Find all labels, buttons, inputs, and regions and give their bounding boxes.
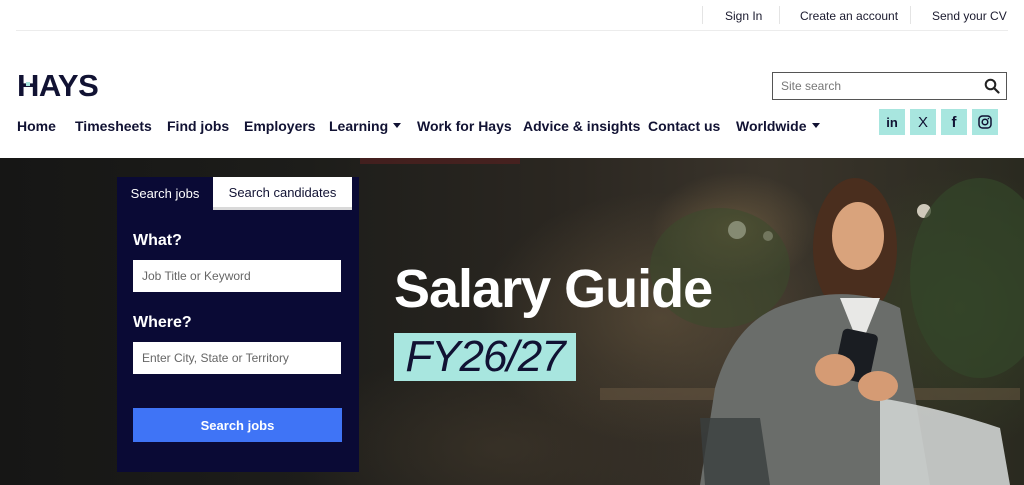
tab-search-candidates[interactable]: Search candidates: [213, 177, 352, 210]
divider: [702, 6, 703, 24]
nav-label: Contact us: [648, 118, 721, 134]
tab-search-jobs[interactable]: Search jobs: [117, 177, 213, 210]
utility-bar: Sign In Create an account Send your CV: [0, 0, 1024, 31]
send-cv-link[interactable]: Send your CV: [932, 9, 1007, 23]
nav-worldwide[interactable]: Worldwide: [736, 118, 820, 134]
chevron-down-icon: [811, 122, 820, 128]
instagram-icon: [978, 115, 992, 129]
instagram-button[interactable]: [972, 109, 998, 135]
sign-in-link[interactable]: Sign In: [725, 9, 762, 23]
search-icon[interactable]: [984, 78, 1000, 94]
nav-label: Advice & insights: [523, 118, 641, 134]
nav-advice-insights[interactable]: Advice & insights: [523, 118, 640, 134]
nav-timesheets[interactable]: Timesheets: [75, 118, 152, 134]
nav-label: Home: [17, 118, 56, 134]
divider: [779, 6, 780, 24]
nav-label: Employers: [244, 118, 316, 134]
nav-home[interactable]: Home: [17, 118, 56, 134]
hero-badge: FY26/27: [394, 332, 576, 381]
facebook-button[interactable]: f: [941, 109, 967, 135]
create-account-link[interactable]: Create an account: [800, 9, 898, 23]
nav-contact-us[interactable]: Contact us: [648, 118, 720, 134]
location-input[interactable]: [133, 342, 341, 374]
nav-label: Find jobs: [167, 118, 230, 134]
nav-label: Timesheets: [75, 118, 152, 134]
site-search: [772, 72, 1007, 100]
utility-divider-line: [16, 30, 1008, 31]
divider: [910, 6, 911, 24]
nav-work-for-hays[interactable]: Work for Hays: [417, 118, 512, 134]
job-search-panel: Search jobs Search candidates What? Wher…: [117, 177, 359, 472]
nav-label: Worldwide: [736, 118, 807, 134]
x-twitter-icon: X: [917, 113, 928, 131]
nav-learning[interactable]: Learning: [329, 118, 402, 134]
nav-label: Work for Hays: [417, 118, 512, 134]
nav-employers[interactable]: Employers: [244, 118, 316, 134]
site-search-input[interactable]: [773, 73, 973, 99]
facebook-icon: f: [951, 113, 957, 131]
nav-label: Learning: [329, 118, 389, 134]
chevron-down-icon: [393, 122, 402, 128]
linkedin-button[interactable]: in: [879, 109, 905, 135]
where-label: Where?: [133, 314, 192, 331]
x-twitter-button[interactable]: X: [910, 109, 936, 135]
hero-badge-text: FY26/27: [405, 332, 565, 381]
what-label: What?: [133, 232, 182, 249]
search-jobs-button[interactable]: Search jobs: [133, 408, 342, 442]
keyword-input[interactable]: [133, 260, 341, 292]
hero-title: Salary Guide: [394, 259, 713, 319]
linkedin-icon: in: [886, 114, 898, 130]
hays-logo[interactable]: HAYS: [17, 70, 123, 100]
nav-find-jobs[interactable]: Find jobs: [167, 118, 229, 134]
